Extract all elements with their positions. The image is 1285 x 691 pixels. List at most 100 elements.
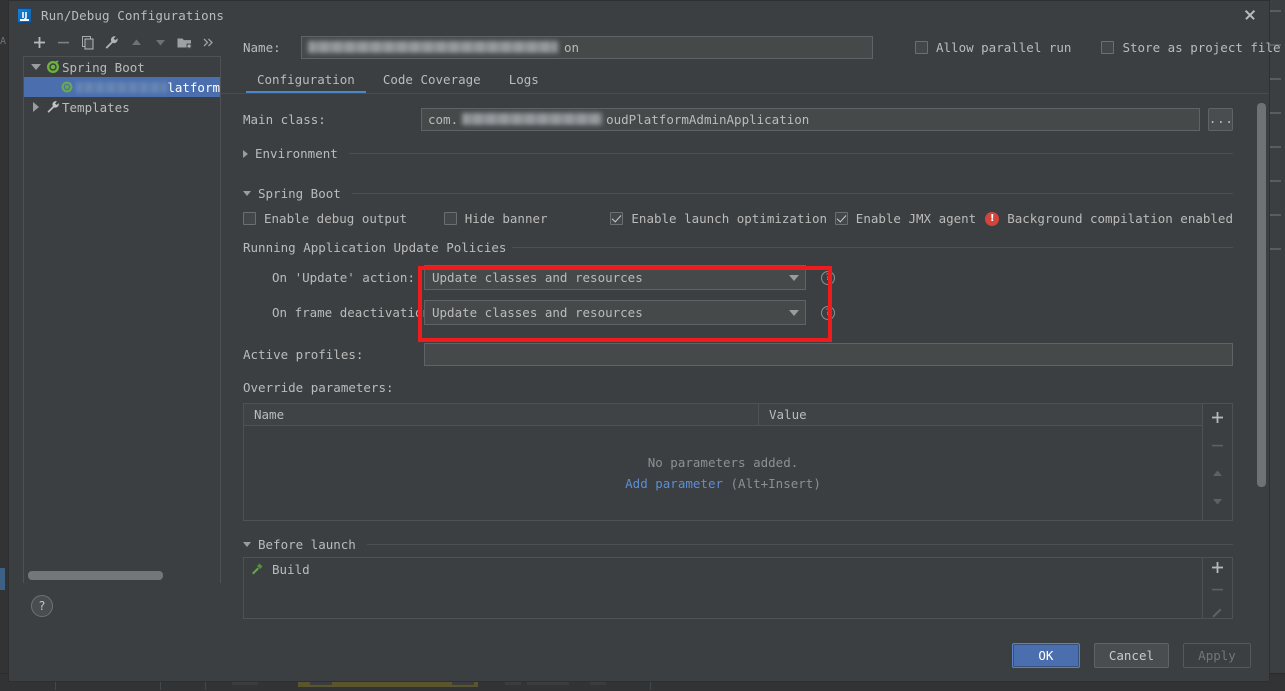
- checkbox-label: Enable JMX agent: [855, 211, 977, 226]
- add-configuration-button[interactable]: [27, 31, 51, 55]
- move-parameter-up-button[interactable]: [1207, 463, 1229, 483]
- scrollbar-thumb[interactable]: [1257, 103, 1266, 487]
- empty-message: No parameters added.: [647, 455, 799, 470]
- table-empty-state: No parameters added. Add parameter (Alt+…: [244, 426, 1202, 520]
- column-header-value[interactable]: Value: [759, 404, 1202, 425]
- override-parameters-label: Override parameters:: [243, 380, 394, 395]
- environment-section-header[interactable]: Environment: [243, 146, 1233, 161]
- editor-vertical-scrollbar[interactable]: [1257, 103, 1266, 563]
- configuration-name-input[interactable]: on: [301, 35, 873, 59]
- remove-configuration-button[interactable]: [51, 31, 75, 55]
- dialog-footer: OK Cancel Apply: [9, 629, 1269, 681]
- left-panel-footer: ?: [9, 583, 221, 629]
- tree-item-selected-configuration[interactable]: latform: [24, 77, 220, 97]
- tab-logs[interactable]: Logs: [495, 72, 553, 94]
- close-icon[interactable]: [1237, 4, 1263, 26]
- on-update-action-label: On 'Update' action:: [272, 270, 415, 285]
- tab-configuration[interactable]: Configuration: [243, 72, 369, 94]
- checkbox-box: [610, 212, 624, 225]
- update-policies-header: Running Application Update Policies: [243, 240, 1233, 255]
- chevron-down-icon: [31, 64, 41, 70]
- wrench-icon[interactable]: [100, 31, 124, 55]
- section-rule: [366, 544, 1233, 545]
- configurations-panel: Spring Boot latform Templates ?: [9, 29, 221, 629]
- name-value: on: [564, 39, 580, 55]
- task-label: Build: [272, 561, 310, 577]
- expand-toggle[interactable]: [28, 102, 44, 112]
- intellij-idea-logo-icon: [17, 7, 32, 23]
- question-mark-icon[interactable]: ?: [821, 305, 835, 320]
- add-parameter-button[interactable]: [1207, 407, 1229, 427]
- enable-launch-optimization-checkbox[interactable]: Enable launch optimization: [610, 211, 834, 226]
- dialog-title: Run/Debug Configurations: [41, 7, 225, 23]
- help-button[interactable]: ?: [31, 595, 53, 617]
- copy-icon[interactable]: [76, 31, 100, 55]
- browse-main-class-button[interactable]: ...: [1208, 107, 1233, 131]
- checkbox-box: [1101, 40, 1115, 54]
- store-as-project-file-checkbox[interactable]: Store as project file: [1101, 40, 1285, 55]
- chevron-double-right-icon[interactable]: [197, 31, 221, 55]
- main-class-label: Main class:: [243, 111, 326, 127]
- spring-boot-options-row: Enable debug output Hide banner Enable l…: [243, 211, 1233, 226]
- active-profiles-input[interactable]: [424, 342, 1233, 366]
- add-parameter-line: Add parameter (Alt+Insert): [625, 476, 821, 491]
- chevron-down-icon[interactable]: [783, 274, 805, 281]
- on-frame-deactivation-dropdown[interactable]: Update classes and resources: [424, 300, 806, 325]
- tree-item-spring-boot[interactable]: Spring Boot: [24, 57, 220, 77]
- column-header-name[interactable]: Name: [244, 404, 759, 425]
- add-parameter-link[interactable]: Add parameter: [625, 476, 723, 491]
- before-launch-task-build[interactable]: Build: [244, 558, 1202, 580]
- before-launch-section-header[interactable]: Before launch: [243, 537, 1233, 552]
- ok-button[interactable]: OK: [1011, 642, 1080, 668]
- warning-icon: [985, 211, 1000, 226]
- spring-boot-section-header[interactable]: Spring Boot: [243, 186, 1233, 201]
- chevron-down-icon[interactable]: [783, 309, 805, 316]
- checkbox-label: Hide banner: [464, 211, 548, 226]
- dropdown-value: Update classes and resources: [432, 305, 643, 320]
- active-profiles-label: Active profiles:: [243, 346, 364, 362]
- redacted-configuration-name: [76, 81, 168, 93]
- editor-tabs: Configuration Code Coverage Logs: [221, 65, 1269, 94]
- main-class-row: Main class: com. oudPlatformAdminApplica…: [243, 104, 1233, 134]
- enable-debug-output-checkbox[interactable]: Enable debug output: [243, 211, 444, 226]
- arrow-down-icon[interactable]: [148, 31, 172, 55]
- on-frame-deactivation-row: On frame deactivation: Update classes an…: [243, 300, 1233, 325]
- spring-boot-section-label: Spring Boot: [258, 186, 341, 201]
- apply-button[interactable]: Apply: [1183, 642, 1251, 668]
- move-parameter-down-button[interactable]: [1207, 491, 1229, 511]
- section-rule: [348, 153, 1233, 154]
- remove-parameter-button[interactable]: [1207, 435, 1229, 455]
- background-marker: [0, 568, 5, 590]
- add-task-button[interactable]: [1207, 561, 1229, 575]
- screen: A Run/De: [0, 0, 1285, 691]
- allow-parallel-run-checkbox[interactable]: Allow parallel run: [915, 40, 1071, 55]
- header-options: Allow parallel run Store as project file: [915, 40, 1285, 55]
- folder-add-icon[interactable]: [173, 31, 197, 55]
- main-class-input[interactable]: com. oudPlatformAdminApplication: [421, 107, 1200, 131]
- edit-task-button[interactable]: [1207, 604, 1229, 618]
- main-class-suffix: oudPlatformAdminApplication: [606, 111, 810, 127]
- arrow-up-icon[interactable]: [124, 31, 148, 55]
- tree-horizontal-scrollbar[interactable]: [28, 571, 163, 580]
- on-update-action-dropdown[interactable]: Update classes and resources: [424, 265, 806, 290]
- hide-banner-checkbox[interactable]: Hide banner: [443, 211, 611, 226]
- table-side-toolbar: [1202, 404, 1232, 520]
- background-compilation-warning[interactable]: Background compilation enabled: [985, 211, 1233, 226]
- before-launch-side-toolbar: [1202, 558, 1232, 618]
- add-parameter-shortcut: (Alt+Insert): [730, 476, 821, 491]
- background-compilation-label: Background compilation enabled: [1007, 211, 1233, 226]
- dialog-body: Spring Boot latform Templates ? Name: on…: [9, 29, 1281, 629]
- expand-toggle[interactable]: [28, 64, 44, 70]
- configurations-tree[interactable]: Spring Boot latform Templates: [23, 56, 221, 583]
- tab-code-coverage[interactable]: Code Coverage: [369, 72, 495, 94]
- before-launch-task-list[interactable]: Build: [244, 558, 1202, 618]
- tree-item-templates[interactable]: Templates: [24, 97, 220, 117]
- hammer-build-icon: [250, 561, 264, 578]
- remove-task-button[interactable]: [1207, 583, 1229, 597]
- name-row: Name: on Allow parallel run Store as pro…: [221, 29, 1281, 65]
- question-mark-icon[interactable]: ?: [821, 270, 835, 285]
- checkbox-label: Enable launch optimization: [631, 211, 828, 226]
- checkbox-label: Enable debug output: [264, 211, 407, 226]
- enable-jmx-agent-checkbox[interactable]: Enable JMX agent: [834, 211, 977, 226]
- cancel-button[interactable]: Cancel: [1093, 642, 1169, 668]
